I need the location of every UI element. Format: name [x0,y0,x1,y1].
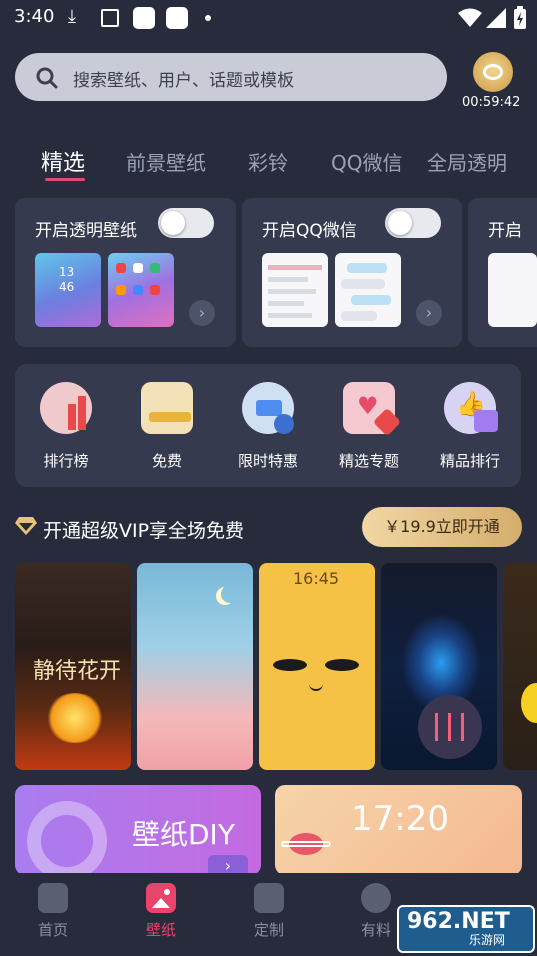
menu-item-free[interactable]: 免费 [119,382,215,471]
site-watermark-logo: 962.NET 乐游网 [397,905,535,953]
gear-icon [27,801,107,875]
menu-item-premium-ranking[interactable]: 👍 精品排行 [422,382,518,471]
banner-label: 壁纸DIY [132,818,235,851]
wallpaper-preview: 13 46 [35,253,101,327]
tab-qq-wechat[interactable]: QQ微信 [331,147,402,176]
chevron-right-icon[interactable]: › [208,855,248,875]
nav-label: 壁纸 [145,921,176,939]
tab-ringtone[interactable]: 彩铃 [248,147,288,176]
qq-wechat-toggle[interactable] [385,208,441,238]
signal-icon [486,8,506,28]
wifi-icon [458,8,482,27]
preview-clock-minute: 46 [59,280,75,294]
banner-clock: 17:20 [351,799,449,839]
battery-icon [514,6,526,29]
menu-label: 排行榜 [43,452,89,470]
chat-preview [488,253,537,327]
card-title: 开启透明壁纸 [35,221,137,241]
wallpaper-thumbnail[interactable]: 16:45 [259,563,375,770]
menu-item-ranking[interactable]: 排行榜 [18,382,114,471]
card-title: 开启QQ微信 [262,221,357,241]
search-icon [36,67,58,89]
chat-bubble-icon [361,883,391,913]
watermark-subtext: 乐游网 [469,933,506,947]
card-transparent-wallpaper[interactable]: 开启透明壁纸 13 46 › [15,198,236,347]
chat-preview [335,253,401,327]
chevron-right-icon[interactable]: › [416,300,442,326]
notification-icon [166,7,188,29]
nav-customize[interactable]: 定制 [229,883,309,940]
card-qq-wechat[interactable]: 开启QQ微信 › [242,198,462,347]
vip-subscribe-button[interactable]: ￥19.9立即开通 [362,507,522,547]
wallpaper-thumbnail[interactable] [503,563,537,770]
transparent-wallpaper-toggle[interactable] [158,208,214,238]
nav-label: 首页 [37,921,68,939]
nav-wallpaper[interactable]: 壁纸 [121,883,201,940]
diy-wallpaper-banner[interactable]: 壁纸DIY › [15,785,261,875]
pencil-ruler-icon [254,883,284,913]
search-placeholder: 搜索壁纸、用户、话题或模板 [73,71,294,91]
vip-promo-text: 开通超级VIP享全场免费 [43,520,245,542]
equalizer-icon[interactable] [418,695,482,759]
nav-label: 定制 [253,921,284,939]
wallpaper-preview [108,253,174,327]
reward-timer-icon[interactable] [473,52,513,92]
download-icon: ⤓ [68,6,76,27]
ticket-icon [242,382,294,434]
menu-item-limited-offer[interactable]: 限时特惠 [220,382,316,471]
wallpaper-clock: 16:45 [293,569,340,588]
active-tab-indicator [45,178,85,181]
card-partial[interactable]: 开启 [468,198,537,347]
dot-icon [205,15,211,21]
menu-label: 精选专题 [338,452,399,470]
app-notification-icon [101,9,119,27]
clock-widget-banner[interactable]: 17:20 [275,785,522,875]
menu-label: 限时特惠 [237,452,298,470]
chevron-right-icon[interactable]: › [189,300,215,326]
thumbs-up-icon: 👍 [444,382,498,434]
image-icon [146,883,176,913]
diamond-icon [15,517,37,535]
trophy-icon [40,382,92,434]
tab-foreground-wallpaper[interactable]: 前景壁纸 [126,147,206,176]
wallpaper-thumbnail[interactable] [137,563,253,770]
reward-timer: 00:59:42 [462,95,521,110]
free-tag-icon [141,382,193,434]
wallpaper-thumbnail[interactable]: 静待花开 [15,563,131,770]
tab-global-transparent[interactable]: 全局透明 [427,147,507,176]
heart-icon: ♥ [343,382,402,437]
menu-label: 精品排行 [439,452,500,470]
status-bar: 3:40 ⤓ [0,0,537,36]
menu-label: 免费 [151,452,182,470]
menu-item-featured-topics[interactable]: ♥ 精选专题 [321,382,417,471]
quick-menu: 排行榜 免费 限时特惠 ♥ 精选专题 👍 精品排行 [15,364,521,487]
wallpaper-thumbnail[interactable] [381,563,497,770]
preview-clock-hour: 13 [59,265,75,279]
card-title: 开启 [488,221,522,241]
notification-icon [133,7,155,29]
status-time: 3:40 [14,6,55,27]
chat-preview [262,253,328,327]
home-icon [38,883,68,913]
nav-home[interactable]: 首页 [13,883,93,940]
tab-featured[interactable]: 精选 [41,145,85,177]
search-input[interactable]: 搜索壁纸、用户、话题或模板 [15,53,447,101]
